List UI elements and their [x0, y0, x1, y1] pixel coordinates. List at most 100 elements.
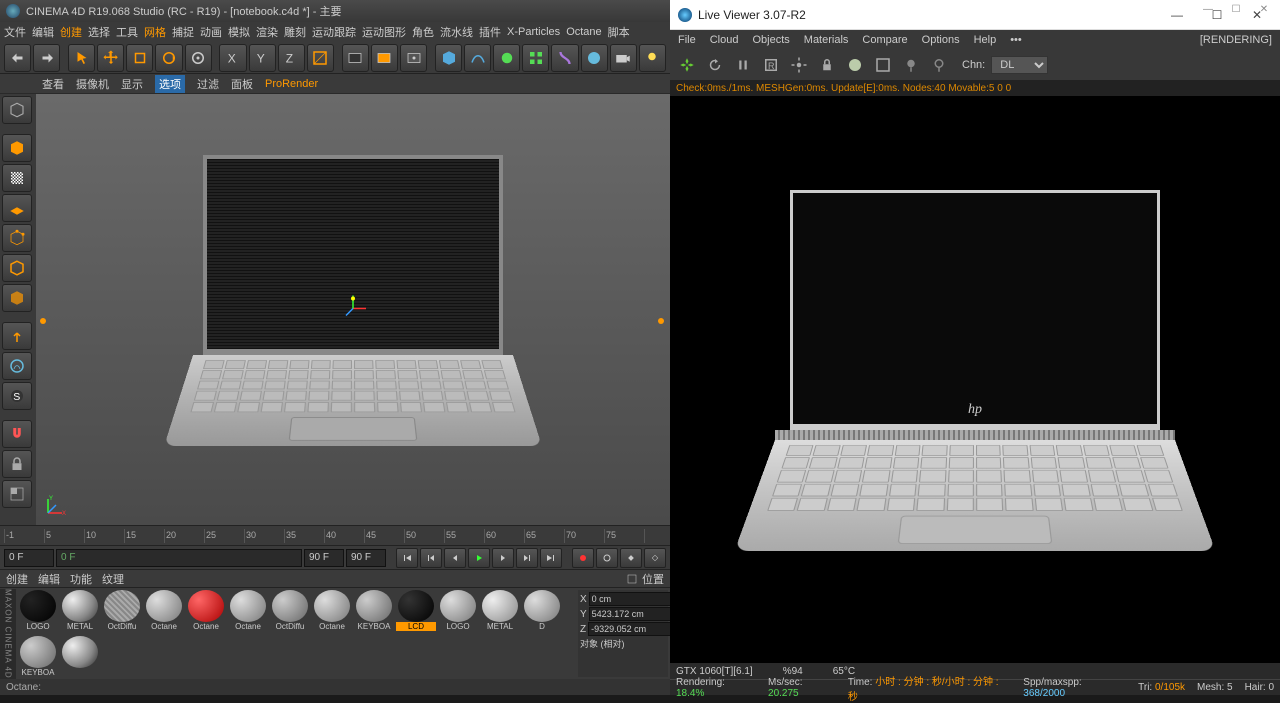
live-viewport[interactable]: hp [670, 96, 1280, 663]
minimize-button[interactable]: — [1198, 2, 1218, 16]
menu-模拟[interactable]: 模拟 [228, 24, 250, 40]
live-menu-compare[interactable]: Compare [862, 34, 907, 46]
material-OctDiffu-6[interactable]: OctDiffu [270, 590, 310, 634]
render-settings[interactable] [400, 44, 427, 72]
lock-tool[interactable] [2, 450, 32, 478]
pause-button[interactable] [732, 54, 754, 76]
select-tool[interactable] [68, 44, 95, 72]
live-menu-options[interactable]: Options [922, 34, 960, 46]
last-tool[interactable] [185, 44, 212, 72]
next-key-button[interactable] [516, 548, 538, 568]
subbar-5[interactable]: 面板 [231, 76, 253, 92]
magnet-tool[interactable] [2, 420, 32, 448]
polygon-mode[interactable] [2, 284, 32, 312]
point-mode[interactable] [2, 224, 32, 252]
autokey-button[interactable] [596, 548, 618, 568]
material-OctDiffu-2[interactable]: OctDiffu [102, 590, 142, 634]
menu-运动跟踪[interactable]: 运动跟踪 [312, 24, 356, 40]
menu-动画[interactable]: 动画 [200, 24, 222, 40]
region-button[interactable]: R [760, 54, 782, 76]
undo-button[interactable] [4, 44, 31, 72]
camera-tool[interactable] [610, 44, 637, 72]
menu-运动图形[interactable]: 运动图形 [362, 24, 406, 40]
prev-frame-button[interactable] [444, 548, 466, 568]
matbar-create[interactable]: 创建 [6, 571, 28, 587]
tweak-mode[interactable] [2, 352, 32, 380]
menu-渲染[interactable]: 渲染 [256, 24, 278, 40]
start-frame-field[interactable]: 0 F [4, 549, 54, 567]
spline-tool[interactable] [464, 44, 491, 72]
refresh-button[interactable] [704, 54, 726, 76]
material-Octane-5[interactable]: Octane [228, 590, 268, 634]
coord-mode[interactable]: 对象 (相对) [580, 637, 625, 650]
menu-流水线[interactable]: 流水线 [440, 24, 473, 40]
menu-X-Particles[interactable]: X-Particles [507, 26, 560, 38]
render-view[interactable] [342, 44, 369, 72]
material-extra[interactable] [60, 636, 100, 680]
material-KEYBOA-8[interactable]: KEYBOA [354, 590, 394, 634]
redo-button[interactable] [33, 44, 60, 72]
keyframe-sel-button[interactable] [620, 548, 642, 568]
menu-创建[interactable]: 创建 [60, 24, 82, 40]
material-Octane-4[interactable]: Octane [186, 590, 226, 634]
scale-tool[interactable] [126, 44, 153, 72]
menu-文件[interactable]: 文件 [4, 24, 26, 40]
texture-mode[interactable] [2, 164, 32, 192]
menu-选择[interactable]: 选择 [88, 24, 110, 40]
next-frame-button[interactable] [492, 548, 514, 568]
pick-material-button[interactable] [928, 54, 950, 76]
current-frame-field[interactable]: 0 F [56, 549, 302, 567]
matbar-function[interactable]: 功能 [70, 571, 92, 587]
timeline-ruler[interactable]: -151015202530354045505560657075 [0, 525, 670, 545]
array-tool[interactable] [522, 44, 549, 72]
menu-雕刻[interactable]: 雕刻 [284, 24, 306, 40]
nurbs-tool[interactable] [493, 44, 520, 72]
material-Octane-7[interactable]: Octane [312, 590, 352, 634]
subbar-2[interactable]: 显示 [121, 76, 143, 92]
make-editable[interactable] [2, 96, 32, 124]
z-axis-lock[interactable]: Z [278, 44, 305, 72]
matbar-texture[interactable]: 纹理 [102, 571, 124, 587]
menu-工具[interactable]: 工具 [116, 24, 138, 40]
live-menu-more[interactable]: ••• [1010, 34, 1022, 46]
record-button[interactable] [572, 548, 594, 568]
viewport-handle-right[interactable] [658, 318, 664, 324]
menu-脚本[interactable]: 脚本 [608, 24, 630, 40]
matbar-edit[interactable]: 编辑 [38, 571, 60, 587]
render-picture-viewer[interactable] [371, 44, 398, 72]
channel-select[interactable]: DL [991, 56, 1048, 74]
live-menu-cloud[interactable]: Cloud [710, 34, 739, 46]
menu-编辑[interactable]: 编辑 [32, 24, 54, 40]
viewport-canvas[interactable]: YX [36, 94, 670, 525]
live-menu-file[interactable]: File [678, 34, 696, 46]
subbar-1[interactable]: 摄像机 [76, 76, 109, 92]
key-options-button[interactable] [644, 548, 666, 568]
goto-start-button[interactable] [396, 548, 418, 568]
environment-tool[interactable] [581, 44, 608, 72]
clay-mode-button[interactable] [844, 54, 866, 76]
channels-button[interactable] [872, 54, 894, 76]
material-D-12[interactable]: D [522, 590, 562, 634]
lv-minimize-button[interactable]: — [1162, 5, 1192, 25]
live-menu-help[interactable]: Help [974, 34, 997, 46]
material-LOGO-10[interactable]: LOGO [438, 590, 478, 634]
cube-primitive[interactable] [435, 44, 462, 72]
lock-button[interactable] [816, 54, 838, 76]
c4d-titlebar[interactable]: CINEMA 4D R19.068 Studio (RC - R19) - [n… [0, 0, 670, 22]
menu-角色[interactable]: 角色 [412, 24, 434, 40]
subbar-3[interactable]: 选项 [155, 75, 185, 93]
menu-Octane[interactable]: Octane [566, 26, 601, 38]
light-tool[interactable] [639, 44, 666, 72]
octane-logo-icon[interactable] [676, 54, 698, 76]
menu-插件[interactable]: 插件 [479, 24, 501, 40]
rotate-tool[interactable] [155, 44, 182, 72]
goto-end-button[interactable] [540, 548, 562, 568]
material-METAL-1[interactable]: METAL [60, 590, 100, 634]
laptop-model[interactable] [193, 155, 513, 475]
deformer-tool[interactable] [551, 44, 578, 72]
axis-tool[interactable] [2, 322, 32, 350]
snap-toggle[interactable]: S [2, 382, 32, 410]
focus-pick-button[interactable] [900, 54, 922, 76]
maximize-button[interactable]: ☐ [1226, 2, 1246, 16]
viewport-solo[interactable] [2, 480, 32, 508]
